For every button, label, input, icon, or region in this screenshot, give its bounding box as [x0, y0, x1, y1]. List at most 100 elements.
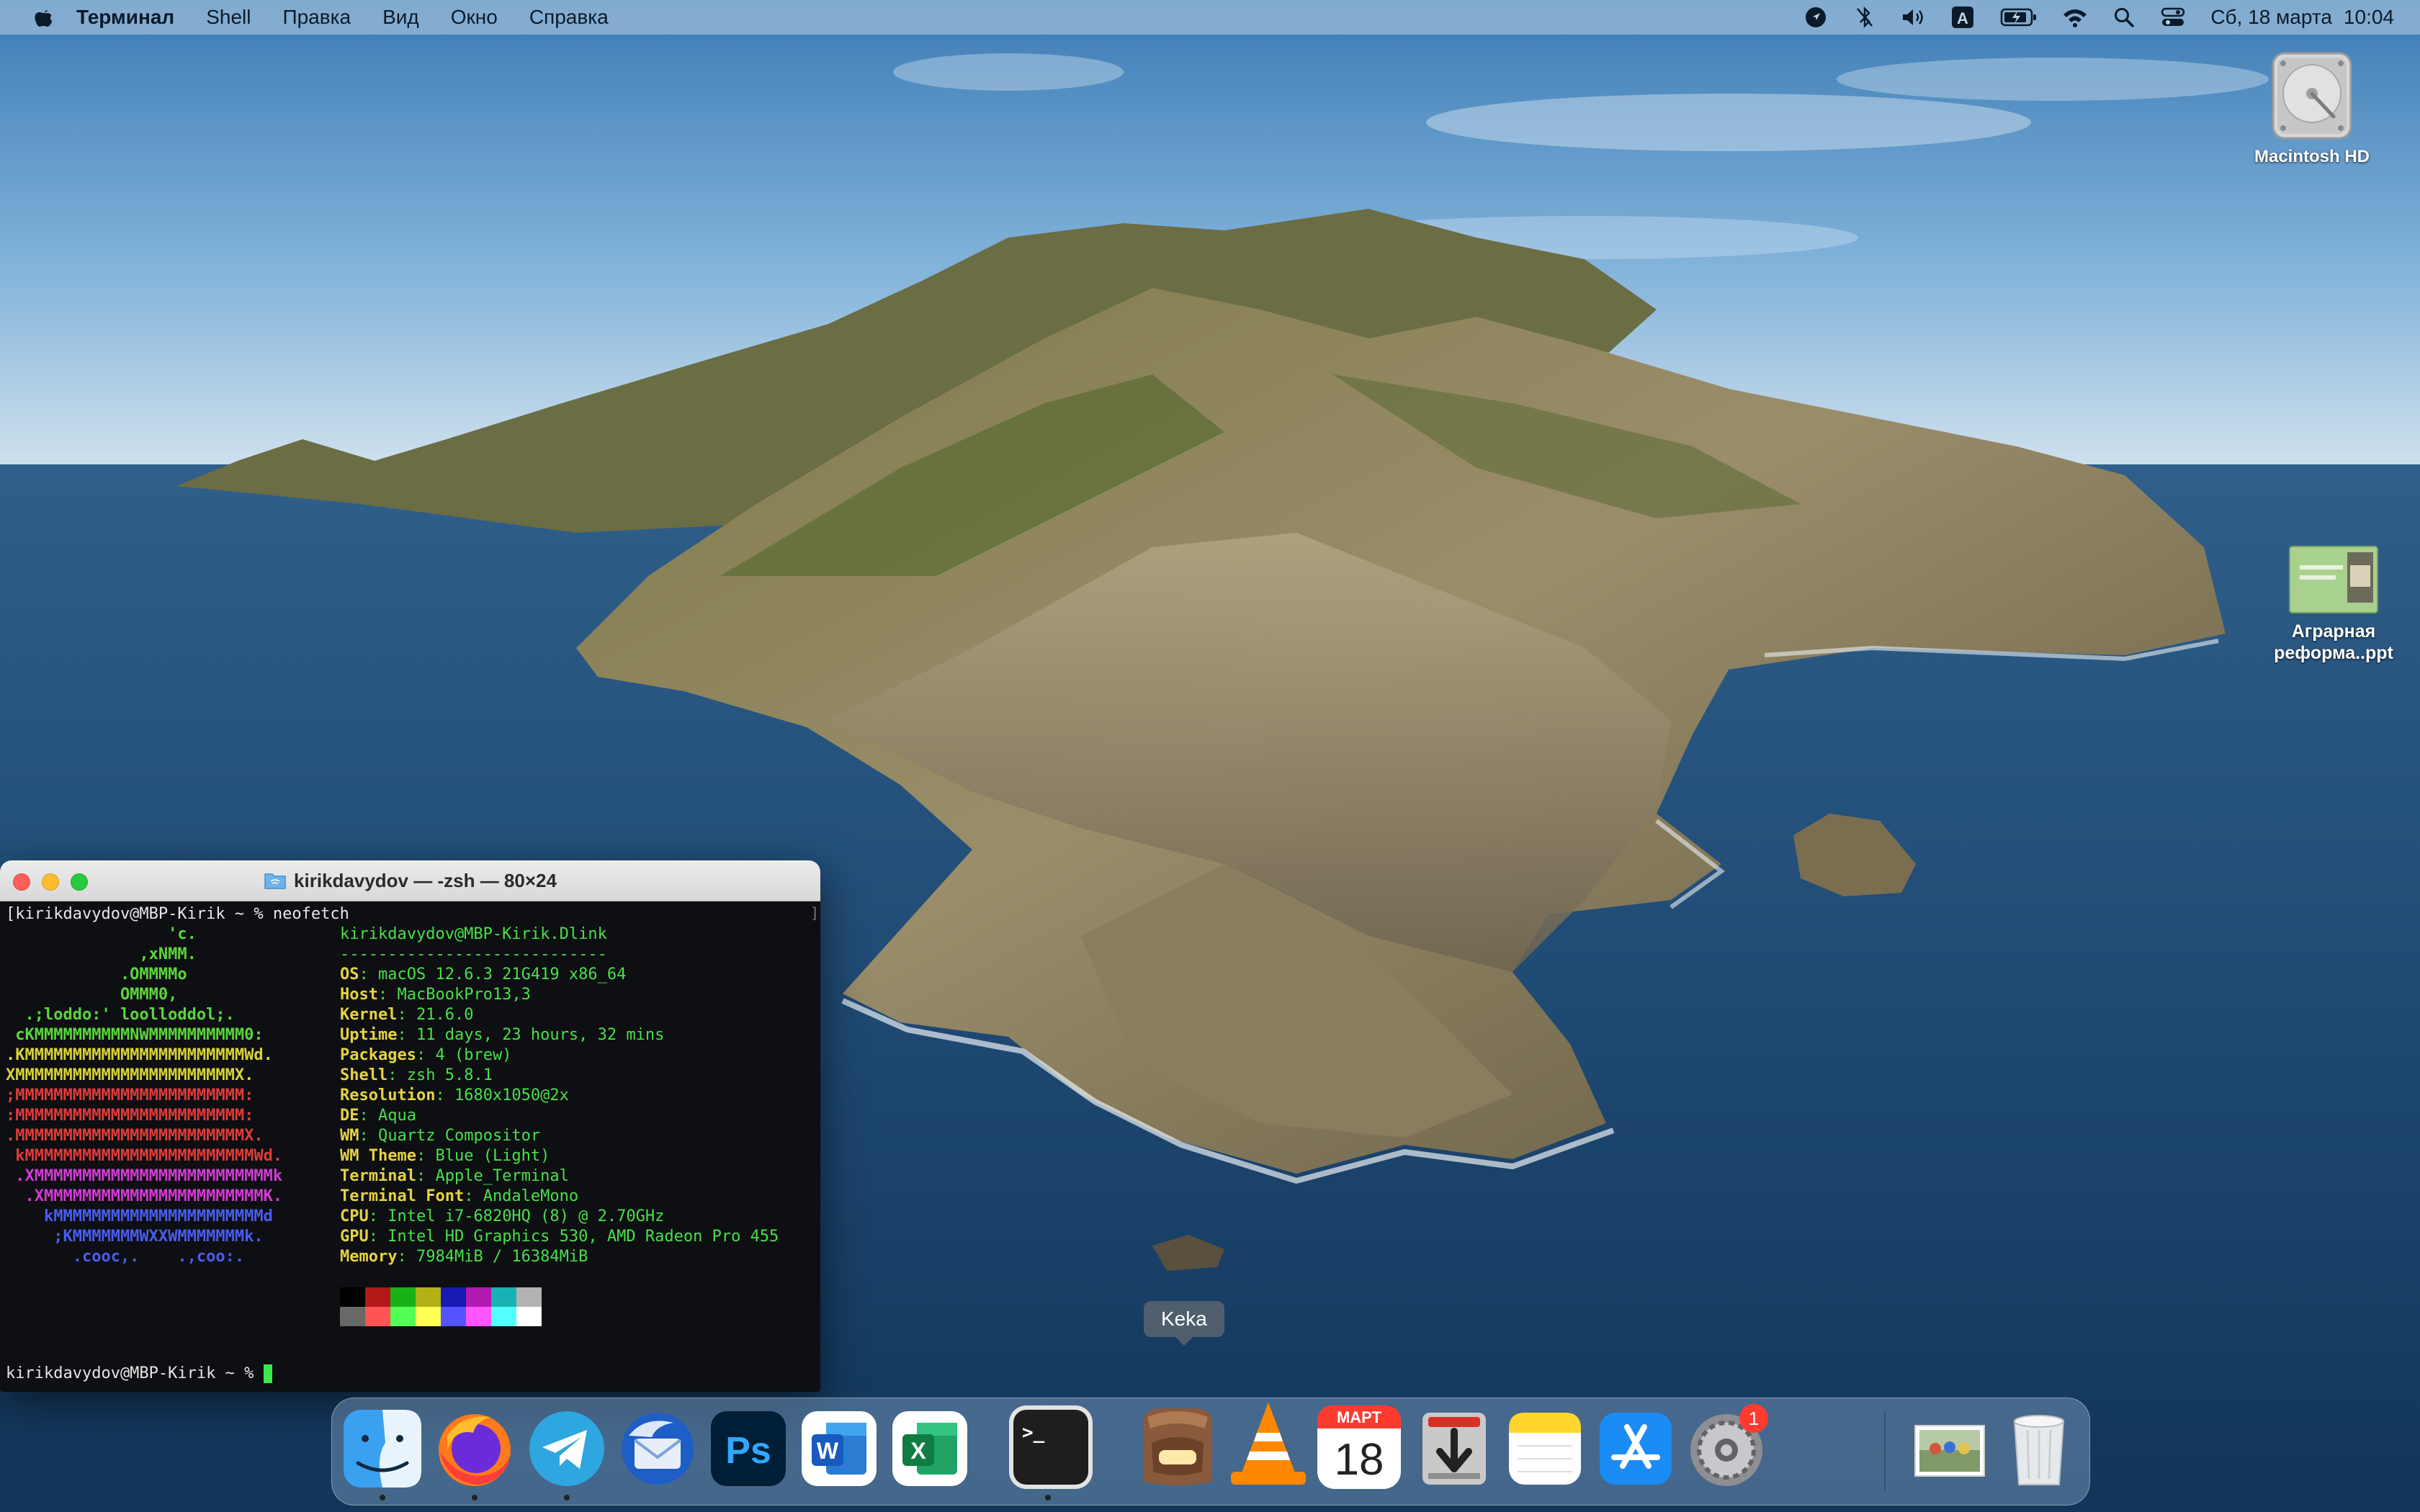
dock-photoshop[interactable]: Ps — [707, 1407, 790, 1490]
terminal-prompt: kirikdavydov@MBP-Kirik ~ % — [6, 1364, 272, 1384]
bluetooth-off-icon[interactable] — [1852, 4, 1878, 30]
neofetch-info-line: Host: MacBookPro13,3 — [340, 985, 531, 1005]
neofetch-info-line: Resolution: 1680x1050@2x — [340, 1086, 569, 1106]
neofetch-logo-line: ;MMMMMMMMMMMMMMMMMMMMMMMM: — [6, 1086, 254, 1104]
desktop-icon-macintosh-hd[interactable]: Macintosh HD — [2247, 50, 2377, 168]
menubar-date: Сб, 18 марта — [2210, 6, 2332, 28]
neofetch-info-key: OS — [340, 966, 359, 984]
neofetch-info-key: Host — [340, 986, 378, 1004]
word-icon: W — [802, 1411, 877, 1486]
dock-trash[interactable] — [1997, 1407, 2081, 1490]
calendar-month: МАРТ — [1337, 1408, 1382, 1426]
neofetch-logo-line: .KMMMMMMMMMMMMMMMMMMMMMMMWd. — [6, 1046, 273, 1064]
neofetch-info-key: Packages — [340, 1046, 416, 1064]
neofetch-info-value: Aqua — [378, 1107, 416, 1125]
svg-text:>_: >_ — [1022, 1422, 1045, 1444]
location-arrow-icon[interactable] — [1803, 4, 1829, 30]
dock-word[interactable]: W — [797, 1407, 881, 1490]
neofetch-logo-line: .MMMMMMMMMMMMMMMMMMMMMMMMX. — [6, 1127, 264, 1145]
dock-separator — [1884, 1411, 1886, 1490]
control-center-icon[interactable] — [2160, 4, 2186, 30]
neofetch-info-value: macOS 12.6.3 21G419 x86_64 — [378, 966, 627, 984]
neofetch-logo-line: .XMMMMMMMMMMMMMMMMMMMMMMMK. — [6, 1187, 283, 1205]
wifi-icon[interactable] — [2062, 4, 2088, 30]
terminal-window[interactable]: kirikdavydov — -zsh — 80×24 [kirikdavydo… — [0, 860, 820, 1392]
dock-system-preferences[interactable]: 1 — [1685, 1404, 1768, 1490]
neofetch-info-line: WM: Quartz Compositor — [340, 1126, 540, 1146]
dock-calendar[interactable]: МАРТ 18 — [1314, 1405, 1401, 1490]
neofetch-info-key: CPU — [340, 1207, 369, 1225]
palette-row — [340, 1307, 542, 1326]
neofetch-logo-line: XMMMMMMMMMMMMMMMMMMMMMMMX. — [6, 1066, 254, 1084]
neofetch-info-key: DE — [340, 1107, 359, 1125]
neofetch-info-line: Kernel: 21.6.0 — [340, 1005, 473, 1025]
terminal-content[interactable]: [kirikdavydov@MBP-Kirik ~ % neofetch ] '… — [0, 901, 820, 1392]
desktop-icon-label-line1: Аграрная — [2291, 621, 2376, 642]
dock-transmission[interactable] — [1412, 1407, 1496, 1490]
menu-bar: Терминал Shell Правка Вид Окно Справка A — [0, 0, 2420, 35]
palette-swatch — [340, 1307, 365, 1326]
desktop-icon-ppt-file[interactable]: Аграрная реформа..ppt — [2262, 544, 2406, 664]
neofetch-logo-line: kMMMMMMMMMMMMMMMMMMMMMMMMWd. — [6, 1147, 283, 1165]
folder-icon — [264, 873, 286, 889]
menu-view[interactable]: Вид — [382, 6, 419, 29]
minimize-window-button[interactable] — [42, 873, 59, 891]
menu-extras: A Сб, 18 марта 10:04 — [1780, 4, 2394, 30]
input-source-icon[interactable]: A — [1950, 4, 1976, 30]
palette-swatch — [416, 1307, 441, 1326]
finder-icon — [344, 1410, 421, 1488]
zoom-window-button[interactable] — [71, 873, 88, 891]
menu-window[interactable]: Окно — [451, 6, 498, 29]
palette-swatch — [466, 1307, 491, 1326]
neofetch-info-colon: : — [359, 1107, 378, 1125]
neofetch-logo-line: kMMMMMMMMMMMMMMMMMMMMMMd — [6, 1207, 273, 1225]
dock-telegram[interactable] — [525, 1407, 609, 1500]
terminal-titlebar[interactable]: kirikdavydov — -zsh — 80×24 — [0, 860, 820, 901]
menu-edit[interactable]: Правка — [282, 6, 351, 29]
dock-excel[interactable]: X — [888, 1407, 972, 1490]
neofetch-info-value: zsh 5.8.1 — [406, 1066, 493, 1084]
palette-swatch — [365, 1307, 390, 1326]
dock-keka[interactable] — [1133, 1407, 1216, 1490]
dock-thunderbird[interactable] — [616, 1407, 699, 1490]
photoshop-icon: Ps — [711, 1411, 786, 1486]
neofetch-info-colon: : — [359, 966, 378, 984]
palette-swatch — [340, 1287, 365, 1307]
neofetch-logo-line: ,xNMM. — [6, 945, 197, 963]
neofetch-info-line: Packages: 4 (brew) — [340, 1045, 511, 1066]
dock-finder[interactable] — [341, 1407, 424, 1500]
neofetch-user-host: kirikdavydov@MBP-Kirik.Dlink — [340, 924, 607, 945]
close-window-button[interactable] — [13, 873, 30, 891]
neofetch-info-key: Kernel — [340, 1006, 398, 1024]
neofetch-info-colon: : — [435, 1086, 454, 1104]
spotlight-search-icon[interactable] — [2111, 4, 2137, 30]
battery-charging-icon[interactable] — [1999, 4, 2039, 30]
trash-icon — [2013, 1415, 2065, 1485]
dock-notes[interactable] — [1503, 1407, 1587, 1490]
neofetch-info-value: 11 days, 23 hours, 32 mins — [416, 1026, 665, 1044]
neofetch-info-line: Uptime: 11 days, 23 hours, 32 mins — [340, 1025, 664, 1045]
neofetch-info-colon: : — [387, 1066, 407, 1084]
dock-vlc[interactable] — [1224, 1403, 1307, 1490]
neofetch-info-colon: : — [464, 1187, 483, 1205]
palette-swatch — [441, 1287, 466, 1307]
apple-menu-icon[interactable] — [26, 0, 62, 35]
neofetch-info-value: Blue (Light) — [435, 1147, 550, 1165]
menu-app-name[interactable]: Терминал — [76, 6, 174, 29]
neofetch-info-line: WM Theme: Blue (Light) — [340, 1146, 550, 1166]
running-indicator — [1045, 1495, 1051, 1500]
dock-firefox[interactable] — [433, 1407, 516, 1500]
terminal-title-text: kirikdavydov — -zsh — 80×24 — [294, 869, 557, 891]
neofetch-info-value: Quartz Compositor — [378, 1127, 541, 1145]
terminal-icon: >_ — [1009, 1405, 1093, 1489]
dock-terminal[interactable]: >_ — [1006, 1405, 1093, 1500]
menu-help[interactable]: Справка — [529, 6, 609, 29]
volume-icon[interactable] — [1901, 4, 1927, 30]
dock-app-store[interactable] — [1594, 1407, 1677, 1490]
neofetch-info-value: 4 (brew) — [435, 1046, 512, 1064]
menubar-clock[interactable]: Сб, 18 марта 10:04 — [2210, 6, 2394, 29]
ppt-document-icon — [2289, 546, 2378, 613]
neofetch-info-colon: : — [397, 1026, 416, 1044]
dock-recent-stack[interactable] — [1906, 1407, 1990, 1490]
menu-shell[interactable]: Shell — [206, 6, 251, 29]
